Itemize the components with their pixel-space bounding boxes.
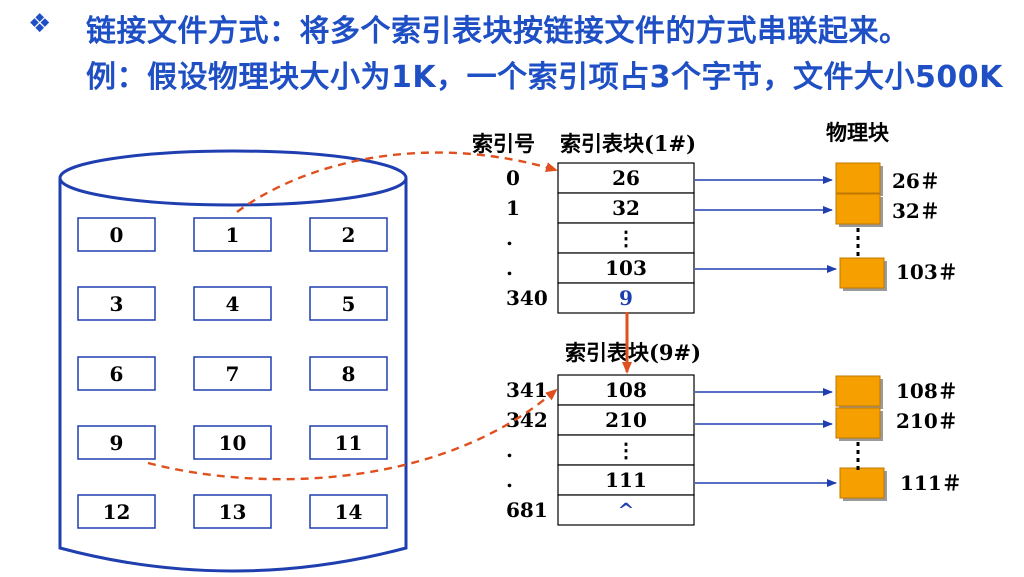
disk-block-13: 13 (193, 494, 272, 529)
physical-block: 103＃ (839, 257, 958, 291)
disk-block-label: 2 (342, 223, 356, 247)
disk-block-label: 5 (342, 292, 356, 316)
index-number-label: . (506, 226, 513, 250)
disk-block-5: 5 (309, 286, 388, 321)
index-entry-3: 111. (506, 464, 695, 496)
physical-block-label: 103＃ (896, 260, 958, 284)
index-number-label: 0 (506, 166, 520, 190)
disk-block-label: 4 (226, 292, 240, 316)
next-index-block-pointer: ^ (618, 498, 635, 522)
disk-block-10: 10 (193, 425, 272, 460)
physical-block: 111＃ (839, 467, 962, 501)
index-number-label: . (506, 438, 513, 462)
disk-block-label: 0 (110, 223, 124, 247)
disk-block-label: 8 (342, 362, 356, 386)
next-index-block-pointer: 9 (619, 286, 633, 310)
disk-block-12: 12 (77, 494, 156, 529)
index-number-label: . (506, 256, 513, 280)
index-entry-2: ⋮. (506, 222, 695, 254)
disk-block-label: 13 (219, 500, 247, 524)
index-number-label: 340 (506, 286, 548, 310)
index-entry-4: ^ 681 (506, 494, 695, 526)
physical-block: 210＃ (835, 407, 958, 441)
physical-block: 108＃ (835, 375, 958, 409)
disk-block-7: 7 (193, 356, 272, 391)
index-entry-0: 108 341 (506, 374, 695, 406)
disk-block-label: 12 (103, 500, 131, 524)
index-entry-1: 210342 (506, 404, 695, 436)
physical-block: 32＃ (835, 193, 940, 227)
index-entry-value: 26 (612, 166, 640, 190)
index-number-header: 索引号 (472, 131, 535, 156)
index-entry-value: ⋮ (616, 226, 636, 250)
index-entry-value: 210 (605, 408, 647, 432)
index-entry-value: 103 (605, 256, 647, 280)
disk-block-3: 3 (77, 286, 156, 321)
index-number-label: 1 (506, 196, 520, 220)
disk-block-label: 9 (110, 431, 124, 455)
index-entry-3: 103. (506, 252, 695, 284)
index-number-label: 341 (506, 378, 548, 402)
index-table-2: 索引表块(9#) 108341210342⋮.111.^681 (506, 340, 701, 526)
disk-block-1: 1 (193, 217, 272, 252)
physical-block-label: 32＃ (892, 199, 940, 223)
disk-block-6: 6 (77, 356, 156, 391)
index-entry-1: 32 1 (506, 192, 695, 224)
linked-index-diagram: 0 1 23 4 56 7 89 10 1112 13 14 索引号 索引表块(1#) 260321… (58, 120, 962, 573)
index-entry-value: 108 (605, 378, 647, 402)
physical-block-label: 26＃ (892, 169, 940, 193)
physical-block-label: 111＃ (900, 471, 962, 495)
disk-block-label: 7 (226, 362, 240, 386)
index-entry-2: ⋮. (506, 434, 695, 466)
physical-block: 26＃ (835, 162, 940, 196)
index-entry-4: 9 340 (506, 282, 695, 314)
disk-block-label: 3 (110, 292, 124, 316)
physical-block-title: 物理块 (826, 120, 890, 145)
index-entry-value: ⋮ (616, 438, 636, 462)
disk-block-label: 6 (110, 362, 124, 386)
disk-block-14: 14 (309, 494, 388, 529)
disk-block-label: 11 (335, 431, 363, 455)
disk-block-9: 9 (77, 425, 156, 460)
physical-block-label: 210＃ (896, 409, 958, 433)
index-number-label: 681 (506, 498, 548, 522)
disk-block-8: 8 (309, 356, 388, 391)
index-table-2-title: 索引表块(9#) (565, 340, 701, 365)
disk-block-11: 11 (309, 425, 388, 460)
physical-blocks: 26＃ 32＃ 103＃ 108＃ 210＃ 111＃ (835, 162, 962, 501)
index-number-label: . (506, 468, 513, 492)
disk-block-4: 4 (193, 286, 272, 321)
disk-block-label: 1 (226, 223, 240, 247)
disk-block-label: 14 (335, 500, 363, 524)
index-entry-value: 32 (612, 196, 640, 220)
index-entry-0: 26 0 (506, 162, 695, 194)
disk-block-2: 2 (309, 217, 388, 252)
index-entry-value: 111 (605, 468, 647, 492)
block-pointer-arrows (695, 176, 837, 487)
physical-block-label: 108＃ (896, 379, 958, 403)
index-table-1-title: 索引表块(1#) (560, 131, 696, 156)
disk-block-0: 0 (77, 217, 156, 252)
disk-block-label: 10 (219, 431, 247, 455)
